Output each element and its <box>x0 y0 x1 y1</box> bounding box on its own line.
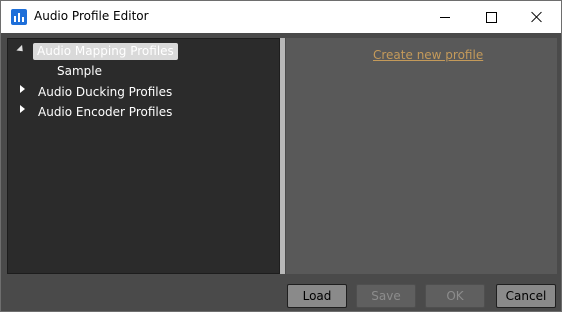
minimize-icon <box>440 16 450 18</box>
collapsed-caret-icon[interactable] <box>20 85 25 93</box>
tree-item-audio-encoder-profiles[interactable]: Audio Encoder Profiles <box>38 105 172 119</box>
ok-button[interactable]: OK <box>425 284 485 308</box>
minimize-button[interactable] <box>422 1 468 33</box>
pane-splitter[interactable] <box>280 38 285 274</box>
profile-detail-pane <box>286 38 557 274</box>
audio-profile-editor-window: Audio Profile Editor Audio Mapping Profi… <box>0 0 562 312</box>
create-new-profile-link[interactable]: Create new profile <box>373 48 483 62</box>
tree-item-audio-ducking-profiles[interactable]: Audio Ducking Profiles <box>38 85 172 99</box>
window-title: Audio Profile Editor <box>34 9 149 23</box>
close-button[interactable] <box>514 1 560 33</box>
audio-app-icon <box>11 9 27 25</box>
save-button[interactable]: Save <box>356 284 416 308</box>
collapsed-caret-icon[interactable] <box>20 105 25 113</box>
maximize-button[interactable] <box>468 1 514 33</box>
profile-tree[interactable] <box>7 38 280 274</box>
tree-item-sample[interactable]: Sample <box>57 64 102 78</box>
tree-item-audio-mapping-profiles[interactable]: Audio Mapping Profiles <box>33 43 178 60</box>
close-icon <box>531 11 543 23</box>
maximize-icon <box>485 11 497 23</box>
load-button[interactable]: Load <box>287 284 347 308</box>
title-bar[interactable]: Audio Profile Editor <box>1 1 561 33</box>
cancel-button[interactable]: Cancel <box>496 284 556 308</box>
